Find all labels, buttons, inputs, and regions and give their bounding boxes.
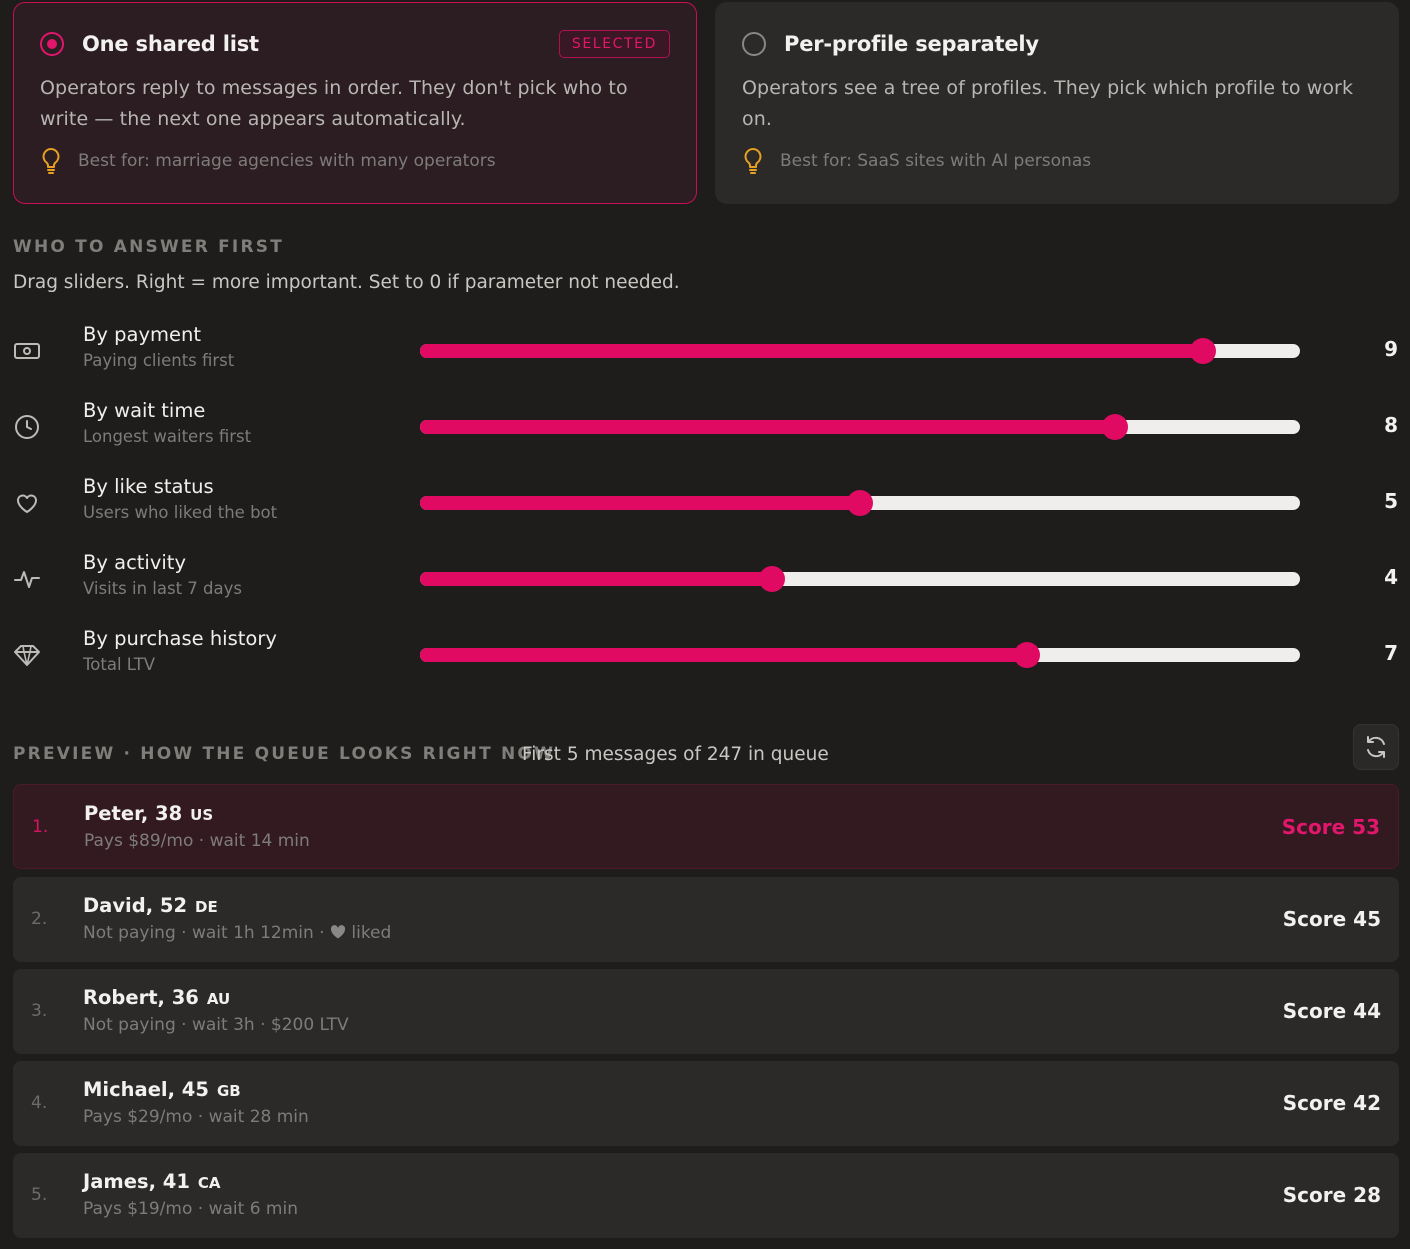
queue-rank: 4. (31, 1093, 48, 1113)
queue-name: Peter, 38 US (84, 802, 213, 825)
slider-track[interactable] (420, 566, 1300, 592)
queue-rank: 1. (32, 817, 49, 837)
slider-thumb[interactable] (1190, 338, 1217, 364)
clock-icon (15, 415, 39, 439)
slider-thumb[interactable] (847, 490, 873, 516)
mode-description: Operators reply to messages in order. Th… (40, 77, 628, 130)
queue-name-text: Robert, 36 (83, 986, 199, 1009)
best-for-text: Best for: SaaS sites with AI personas (780, 151, 1092, 171)
heart-icon (17, 494, 37, 513)
queue-score: Score 53 (1281, 815, 1380, 839)
slider-fill (420, 420, 1116, 434)
queue-name-text: David, 52 (83, 894, 188, 917)
queue-rank: 2. (31, 909, 48, 929)
slider-fill (420, 496, 860, 510)
slider-track[interactable] (420, 642, 1300, 668)
queue-details: Not paying · wait 3h · $200 LTV (83, 1015, 349, 1035)
mode-best-for: Best for: SaaS sites with AI personas (742, 147, 1372, 175)
heart-filled-icon (330, 925, 346, 939)
slider-title: By payment (83, 323, 201, 346)
queue-row[interactable]: 2. David, 52 DE Not paying · wait 1h 12mi… (13, 877, 1399, 962)
mode-best-for: Best for: marriage agencies with many op… (40, 147, 670, 175)
slider-row-purchase-history: By purchase history Total LTV 7 (0, 627, 1410, 701)
preview-subheading: First 5 messages of 247 in queue (522, 744, 829, 765)
refresh-button[interactable] (1353, 724, 1399, 770)
mode-title: One shared list (82, 32, 259, 56)
slider-value: 8 (1384, 413, 1398, 437)
refresh-icon (1367, 736, 1385, 758)
queue-rank: 3. (31, 1001, 48, 1021)
queue-details: Pays $89/mo · wait 14 min (84, 831, 310, 851)
priority-hint: Drag sliders. Right = more important. Se… (13, 272, 680, 293)
slider-subtitle: Total LTV (83, 655, 156, 674)
slider-title: By wait time (83, 399, 206, 422)
slider-subtitle: Paying clients first (83, 351, 235, 370)
queue-row[interactable]: 1. Peter, 38 US Pays $89/mo · wait 14 min… (13, 784, 1399, 869)
activity-icon (14, 571, 40, 588)
slider-fill (420, 572, 772, 586)
slider-value: 7 (1384, 641, 1398, 665)
lightbulb-icon (744, 148, 762, 174)
slider-row-payment: By payment Paying clients first 9 (0, 323, 1410, 397)
slider-fill (420, 344, 1204, 358)
slider-track[interactable] (420, 338, 1300, 364)
queue-score: Score 42 (1282, 1091, 1381, 1115)
mode-card-shared-list[interactable]: One shared list SELECTED Operators reply… (13, 2, 697, 204)
queue-score: Score 28 (1282, 1183, 1381, 1207)
slider-value: 4 (1384, 565, 1398, 589)
slider-fill (420, 648, 1028, 662)
queue-country: AU (206, 990, 231, 1008)
lightbulb-icon (42, 148, 60, 174)
slider-thumb[interactable] (1014, 642, 1041, 668)
money-icon (14, 343, 40, 359)
queue-details-text: Not paying · wait 1h 12min · (83, 923, 330, 943)
queue-country: GB (216, 1082, 241, 1100)
queue-details: Pays $19/mo · wait 6 min (83, 1199, 298, 1219)
slider-value: 9 (1384, 337, 1398, 361)
queue-name: James, 41 CA (83, 1170, 221, 1193)
queue-liked-text: liked (345, 923, 392, 943)
queue-name: Robert, 36 AU (83, 986, 230, 1009)
mode-description: Operators see a tree of profiles. They p… (742, 77, 1354, 130)
slider-track[interactable] (420, 414, 1300, 440)
selected-badge: SELECTED (558, 30, 670, 58)
queue-country: CA (197, 1174, 221, 1192)
queue-name-text: James, 41 (83, 1170, 190, 1193)
slider-title: By like status (83, 475, 214, 498)
slider-track[interactable] (420, 490, 1300, 516)
slider-row-like-status: By like status Users who liked the bot 5 (0, 475, 1410, 549)
best-for-text: Best for: marriage agencies with many op… (78, 151, 496, 171)
queue-rank: 5. (31, 1185, 48, 1205)
queue-score: Score 45 (1282, 907, 1381, 931)
queue-country: US (190, 806, 214, 824)
slider-title: By purchase history (83, 627, 277, 650)
queue-name-text: Michael, 45 (83, 1078, 209, 1101)
preview-heading: PREVIEW · HOW THE QUEUE LOOKS RIGHT NOW (13, 744, 556, 764)
slider-row-wait-time: By wait time Longest waiters first 8 (0, 399, 1410, 473)
slider-row-activity: By activity Visits in last 7 days 4 (0, 551, 1410, 625)
slider-subtitle: Visits in last 7 days (83, 579, 242, 598)
queue-score: Score 44 (1282, 999, 1381, 1023)
priority-heading: WHO TO ANSWER FIRST (13, 237, 284, 257)
slider-subtitle: Users who liked the bot (83, 503, 278, 522)
radio-unselected-icon[interactable] (742, 32, 766, 56)
diamond-icon (14, 645, 40, 666)
queue-name: Michael, 45 GB (83, 1078, 241, 1101)
queue-row[interactable]: 5. James, 41 CA Pays $19/mo · wait 6 min … (13, 1153, 1399, 1238)
queue-country: DE (195, 898, 218, 916)
mode-card-per-profile[interactable]: Per-profile separately Operators see a t… (715, 2, 1399, 204)
slider-thumb[interactable] (1102, 414, 1129, 440)
queue-details: Not paying · wait 1h 12min · liked (83, 923, 391, 943)
slider-thumb[interactable] (759, 566, 785, 592)
queue-row[interactable]: 3. Robert, 36 AU Not paying · wait 3h · $… (13, 969, 1399, 1054)
radio-selected-icon[interactable] (40, 32, 64, 56)
queue-row[interactable]: 4. Michael, 45 GB Pays $29/mo · wait 28 m… (13, 1061, 1399, 1146)
slider-value: 5 (1384, 489, 1398, 513)
slider-title: By activity (83, 551, 186, 574)
slider-subtitle: Longest waiters first (83, 427, 252, 446)
queue-details: Pays $29/mo · wait 28 min (83, 1107, 309, 1127)
queue-name-text: Peter, 38 (84, 802, 183, 825)
queue-name: David, 52 DE (83, 894, 218, 917)
mode-title: Per-profile separately (784, 32, 1039, 56)
